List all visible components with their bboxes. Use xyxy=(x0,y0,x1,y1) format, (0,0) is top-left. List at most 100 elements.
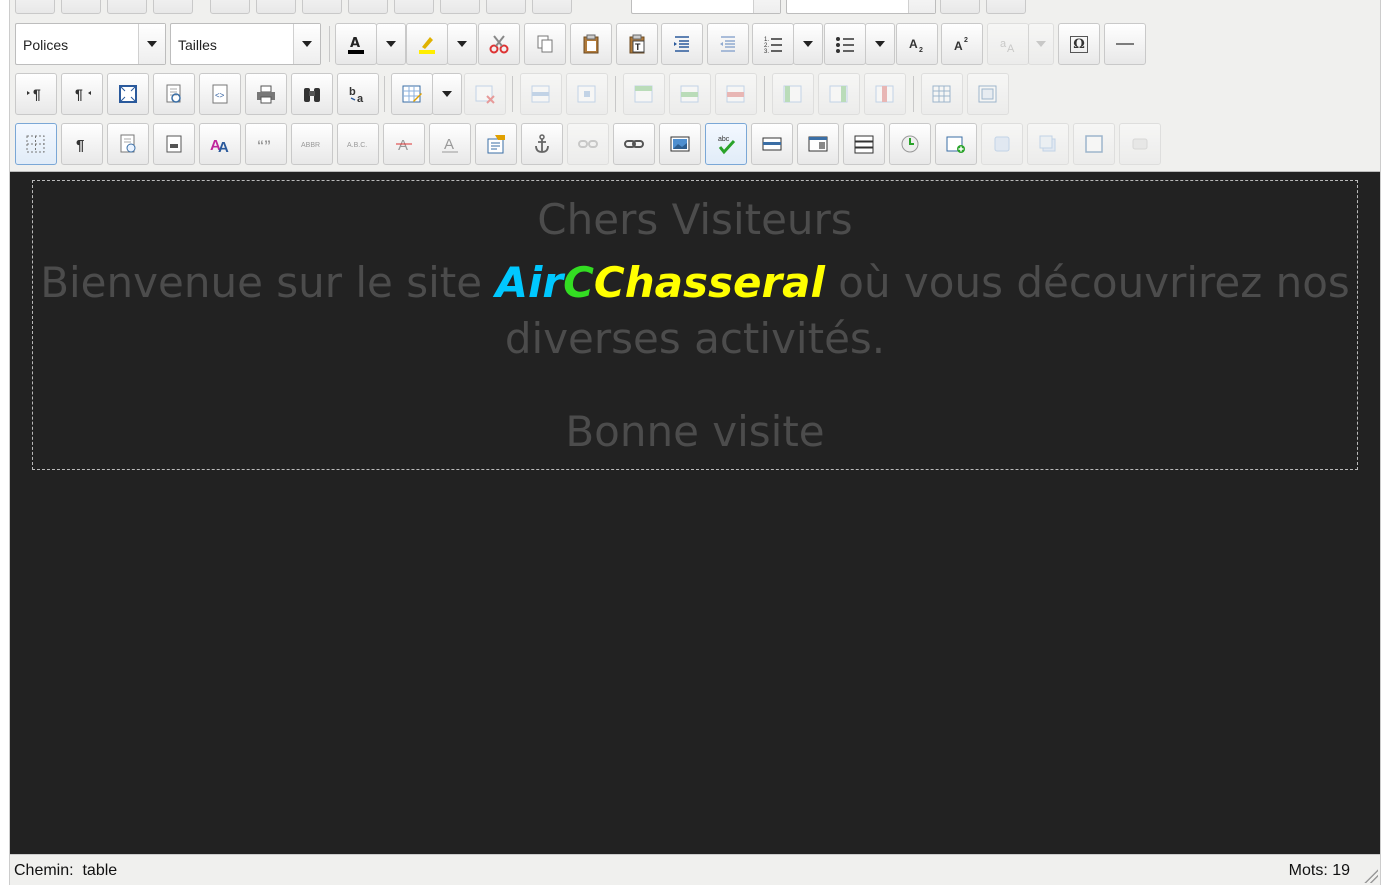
insert-col-before-button[interactable] xyxy=(772,73,814,115)
insert-col-after-button[interactable] xyxy=(818,73,860,115)
toolbar-top-button-11[interactable] xyxy=(486,0,526,14)
toolbar-top-button-12[interactable] xyxy=(532,0,572,14)
language-button[interactable]: aA xyxy=(987,23,1029,65)
template-icon xyxy=(120,134,136,153)
editor-toolbar: Polices Tailles A T 1. 2. 3. A 2 A 2 a A… xyxy=(10,0,1380,172)
ordered-list-dropdown[interactable] xyxy=(793,23,823,65)
delete-row-button[interactable] xyxy=(715,73,757,115)
search-button[interactable] xyxy=(291,73,333,115)
visual-aid-button[interactable] xyxy=(15,123,57,165)
split-cells-button[interactable] xyxy=(921,73,963,115)
absolute-position-button[interactable] xyxy=(1073,123,1115,165)
paste-button[interactable] xyxy=(570,23,612,65)
ltr-button[interactable]: ¶ xyxy=(15,73,57,115)
toolbar-top-button-5[interactable] xyxy=(210,0,250,14)
font-family-select[interactable]: Polices xyxy=(15,23,166,65)
style-props-button[interactable] xyxy=(1119,123,1161,165)
preview-button[interactable] xyxy=(153,73,195,115)
show-blocks-button[interactable]: ¶ xyxy=(61,123,103,165)
highlight-color-dropdown[interactable] xyxy=(447,23,477,65)
insertion-icon: A xyxy=(442,136,458,153)
move-backward-button[interactable] xyxy=(1027,123,1069,165)
toolbar-top-button-4[interactable] xyxy=(153,0,193,14)
copy-button[interactable] xyxy=(524,23,566,65)
content-table[interactable]: Chers Visiteurs Bienvenue sur le site Ai… xyxy=(32,180,1358,470)
superscript-button[interactable]: A2 xyxy=(941,23,983,65)
anchor-button[interactable] xyxy=(521,123,563,165)
insert-row-after-button[interactable] xyxy=(669,73,711,115)
delete-col-button[interactable] xyxy=(864,73,906,115)
bullet-list-dropdown[interactable] xyxy=(865,23,895,65)
text-color-icon: A xyxy=(348,36,364,54)
abbreviation-button[interactable]: ABBR xyxy=(291,123,333,165)
ordered-list-button[interactable]: 1. 2. 3. xyxy=(752,23,794,65)
toolbar-top-button-3[interactable] xyxy=(107,0,147,14)
image-button[interactable] xyxy=(659,123,701,165)
bullet-list-button[interactable] xyxy=(824,23,866,65)
blockquote-button[interactable]: “” xyxy=(245,123,287,165)
link-button[interactable] xyxy=(613,123,655,165)
toolbar-top-button-6[interactable] xyxy=(256,0,296,14)
language-dropdown[interactable] xyxy=(1028,23,1054,65)
path-value[interactable]: table xyxy=(82,862,117,879)
toolbar-top-button-8[interactable] xyxy=(348,0,388,14)
styles-icon: AA xyxy=(210,137,229,155)
font-size-select[interactable]: Tailles xyxy=(170,23,321,65)
rtl-button[interactable]: ¶ xyxy=(61,73,103,115)
page-break-button[interactable] xyxy=(153,123,195,165)
insert-layer-button[interactable] xyxy=(935,123,977,165)
merge-cells-button[interactable] xyxy=(967,73,1009,115)
table-button[interactable] xyxy=(391,73,433,115)
layer-button[interactable] xyxy=(797,123,839,165)
paste-text-button[interactable]: T xyxy=(616,23,658,65)
editor-content-area[interactable]: Chers Visiteurs Bienvenue sur le site Ai… xyxy=(10,172,1380,854)
attributes-button[interactable] xyxy=(475,123,517,165)
replace-button[interactable]: ba xyxy=(337,73,379,115)
cell-props-button[interactable] xyxy=(566,73,608,115)
list-view-button[interactable] xyxy=(843,123,885,165)
subscript-button[interactable]: A2 xyxy=(896,23,938,65)
text-color-dropdown[interactable] xyxy=(376,23,406,65)
delete-table-button[interactable] xyxy=(464,73,506,115)
text-color-button[interactable]: A xyxy=(335,23,377,65)
styles-button[interactable]: AA xyxy=(199,123,241,165)
horizontal-rule-button[interactable] xyxy=(1104,23,1146,65)
html-source-button[interactable]: <> xyxy=(199,73,241,115)
print-button[interactable] xyxy=(245,73,287,115)
insertion-button[interactable]: A xyxy=(429,123,471,165)
table-dropdown[interactable] xyxy=(432,73,462,115)
chevron-down-icon[interactable] xyxy=(138,24,165,64)
special-char-button[interactable]: Ω xyxy=(1058,23,1100,65)
move-forward-button[interactable] xyxy=(981,123,1023,165)
svg-text:“”: “” xyxy=(257,137,271,153)
acronym-icon: A.B.C. xyxy=(347,142,367,149)
toolbar-top-button-13[interactable] xyxy=(940,0,980,14)
highlight-color-button[interactable] xyxy=(406,23,448,65)
insert-row-before-button[interactable] xyxy=(623,73,665,115)
deletion-button[interactable]: A xyxy=(383,123,425,165)
list-view-icon xyxy=(854,135,874,154)
acronym-button[interactable]: A.B.C. xyxy=(337,123,379,165)
toolbar-top-select-1[interactable] xyxy=(631,0,781,14)
indent-button[interactable] xyxy=(661,23,703,65)
toolbar-top-button-7[interactable] xyxy=(302,0,342,14)
toolbar-top-button-14[interactable] xyxy=(986,0,1026,14)
toolbar-top-select-2[interactable] xyxy=(786,0,936,14)
toolbar-top-button-10[interactable] xyxy=(440,0,480,14)
quote-icon: “” xyxy=(257,137,271,153)
form-button[interactable] xyxy=(751,123,793,165)
toolbar-top-button-2[interactable] xyxy=(61,0,101,14)
chevron-down-icon[interactable] xyxy=(293,24,320,64)
toolbar-top-button-1[interactable] xyxy=(15,0,55,14)
fullscreen-button[interactable] xyxy=(107,73,149,115)
template-button[interactable] xyxy=(107,123,149,165)
toolbar-top-button-9[interactable] xyxy=(394,0,434,14)
unlink-button[interactable] xyxy=(567,123,609,165)
outdent-button[interactable] xyxy=(707,23,749,65)
datetime-button[interactable] xyxy=(889,123,931,165)
row-props-button[interactable] xyxy=(520,73,562,115)
spellcheck-button[interactable]: abc xyxy=(705,123,747,165)
resize-grip-icon[interactable] xyxy=(1364,869,1378,883)
insert-layer-icon xyxy=(946,136,965,153)
cut-button[interactable] xyxy=(478,23,520,65)
